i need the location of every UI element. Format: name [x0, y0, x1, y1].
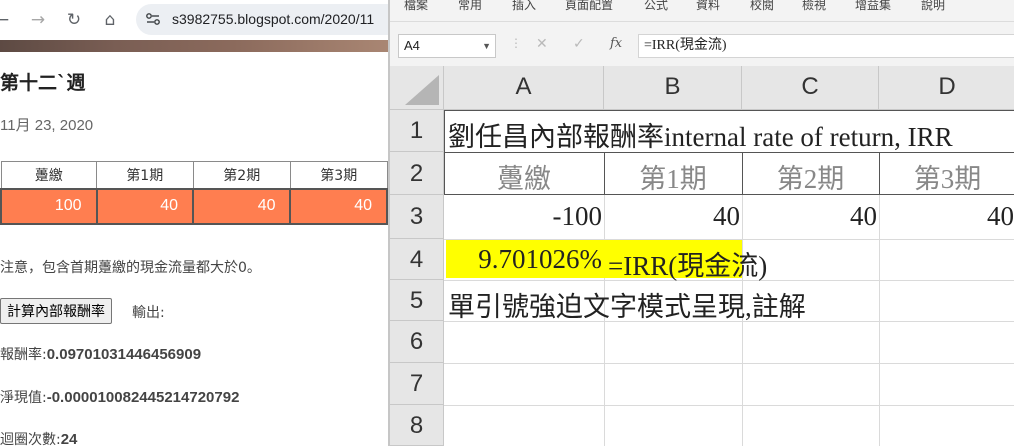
cell-a3[interactable]: -100 [444, 201, 603, 232]
address-bar[interactable]: s3982755.blogspot.com/2020/11 [136, 4, 388, 35]
column-header-a[interactable]: A [444, 66, 604, 110]
cell-d3[interactable]: 40 [879, 201, 1014, 232]
result-npv: 淨現值:-0.000010082445214720792 [0, 387, 239, 407]
select-all-corner[interactable] [390, 66, 444, 110]
post-date: 11月 23, 2020 [0, 117, 94, 134]
table-header-cell: 第3期 [289, 161, 388, 189]
url-text[interactable]: s3982755.blogspot.com/2020/11 [172, 11, 374, 27]
back-arrow-icon[interactable]: ← [0, 10, 12, 30]
note-text: 注意，包含首期躉繳的現金流量都大於0。 [0, 260, 261, 276]
cell-a5[interactable]: 單引號強迫文字模式呈現,註解 [448, 285, 806, 324]
cell-c3[interactable]: 40 [742, 201, 877, 232]
tab-home[interactable]: 常用 [458, 0, 482, 13]
name-box-value: A4 [404, 38, 420, 53]
column-header-c[interactable]: C [742, 66, 879, 110]
result-rate: 報酬率:0.09701031446456909 [0, 344, 201, 364]
cell-c2[interactable]: 第2期 [742, 157, 879, 196]
forward-arrow-icon[interactable]: → [28, 10, 48, 30]
table-header-cell: 躉繳 [0, 161, 98, 189]
row-header-6[interactable]: 6 [390, 321, 444, 363]
formula-input[interactable]: =IRR(現金流) [638, 34, 1014, 58]
chevron-down-icon[interactable]: ▼ [482, 35, 491, 57]
insert-function-icon[interactable]: fx [610, 36, 622, 51]
enter-check-icon[interactable]: ✓ [573, 36, 585, 52]
ribbon-tabs: 檔案 常用 插入 頁面配置 公式 資料 校閱 檢視 增益集 說明 [390, 0, 1014, 22]
cell-d2[interactable]: 第3期 [879, 157, 1014, 196]
grid-line [444, 363, 1014, 364]
cell-a1[interactable]: 劉任昌內部報酬率internal rate of return, IRR [448, 115, 953, 154]
table-border [444, 110, 1014, 111]
column-header-d[interactable]: D [879, 66, 1014, 110]
table-row: 100 40 40 40 [0, 187, 388, 225]
blog-header-banner [0, 40, 388, 52]
calculate-irr-button[interactable]: 計算內部報酬率 [0, 298, 112, 324]
tab-view[interactable]: 檢視 [802, 0, 826, 13]
row-header-8[interactable]: 8 [390, 405, 444, 446]
cash-flow-input[interactable]: 40 [289, 187, 388, 225]
result-label: 報酬率: [0, 347, 47, 363]
excel-window: 檔案 常用 插入 頁面配置 公式 資料 校閱 檢視 增益集 說明 A4 ▼ ⋮ … [388, 0, 1014, 446]
tab-formulas[interactable]: 公式 [644, 0, 668, 13]
result-value: 0.09701031446456909 [46, 346, 202, 363]
cell-b2[interactable]: 第1期 [604, 157, 742, 196]
cash-flow-input[interactable]: 100 [0, 187, 98, 225]
result-iterations: 迴圈次數:24 [0, 429, 77, 446]
result-value: 24 [60, 431, 78, 446]
cell-a2[interactable]: 躉繳 [444, 157, 604, 196]
tab-help[interactable]: 說明 [921, 0, 945, 13]
result-label: 淨現值: [0, 390, 47, 406]
grid-line [444, 405, 1014, 406]
output-label: 輸出: [132, 305, 165, 321]
post-title[interactable]: 第十二`週 [0, 68, 86, 95]
row-header-7[interactable]: 7 [390, 363, 444, 405]
result-label: 迴圈次數: [0, 432, 61, 446]
name-box[interactable]: A4 ▼ [398, 34, 496, 58]
browser-toolbar: ← → ↻ ⌂ s3982755.blogspot.com/2020/11 [0, 0, 388, 40]
cell-a4[interactable]: 9.701026% [444, 244, 602, 275]
cancel-icon[interactable]: ✕ [536, 36, 548, 52]
tab-page-layout[interactable]: 頁面配置 [565, 0, 613, 13]
cell-b4[interactable]: =IRR(現金流) [608, 244, 767, 283]
more-options-icon: ⋮ [510, 36, 522, 50]
tab-addins[interactable]: 增益集 [855, 0, 891, 13]
site-settings-icon[interactable] [145, 11, 161, 27]
formula-bar: A4 ▼ ⋮ ✕ ✓ fx =IRR(現金流) [390, 22, 1014, 72]
cash-flow-input[interactable]: 40 [95, 187, 195, 225]
cash-flow-table: 躉繳 第1期 第2期 第3期 100 40 40 40 [0, 161, 388, 225]
row-header-4[interactable]: 4 [390, 239, 444, 280]
table-header-cell: 第2期 [192, 161, 291, 189]
cell-b3[interactable]: 40 [604, 201, 740, 232]
tab-insert[interactable]: 插入 [512, 0, 536, 13]
table-header-row: 躉繳 第1期 第2期 第3期 [0, 161, 388, 189]
tab-review[interactable]: 校閱 [750, 0, 774, 13]
reload-icon[interactable]: ↻ [64, 10, 84, 30]
row-header-1[interactable]: 1 [390, 110, 444, 152]
home-icon[interactable]: ⌂ [100, 10, 120, 30]
browser-window: ← → ↻ ⌂ s3982755.blogspot.com/2020/11 第十… [0, 0, 388, 446]
table-header-cell: 第1期 [96, 161, 194, 189]
row-header-2[interactable]: 2 [390, 152, 444, 195]
tab-data[interactable]: 資料 [696, 0, 720, 13]
column-header-b[interactable]: B [604, 66, 742, 110]
row-header-3[interactable]: 3 [390, 195, 444, 239]
tab-file[interactable]: 檔案 [404, 0, 428, 13]
result-value: -0.000010082445214720792 [46, 389, 240, 406]
row-header-5[interactable]: 5 [390, 280, 444, 321]
cash-flow-input[interactable]: 40 [192, 187, 292, 225]
